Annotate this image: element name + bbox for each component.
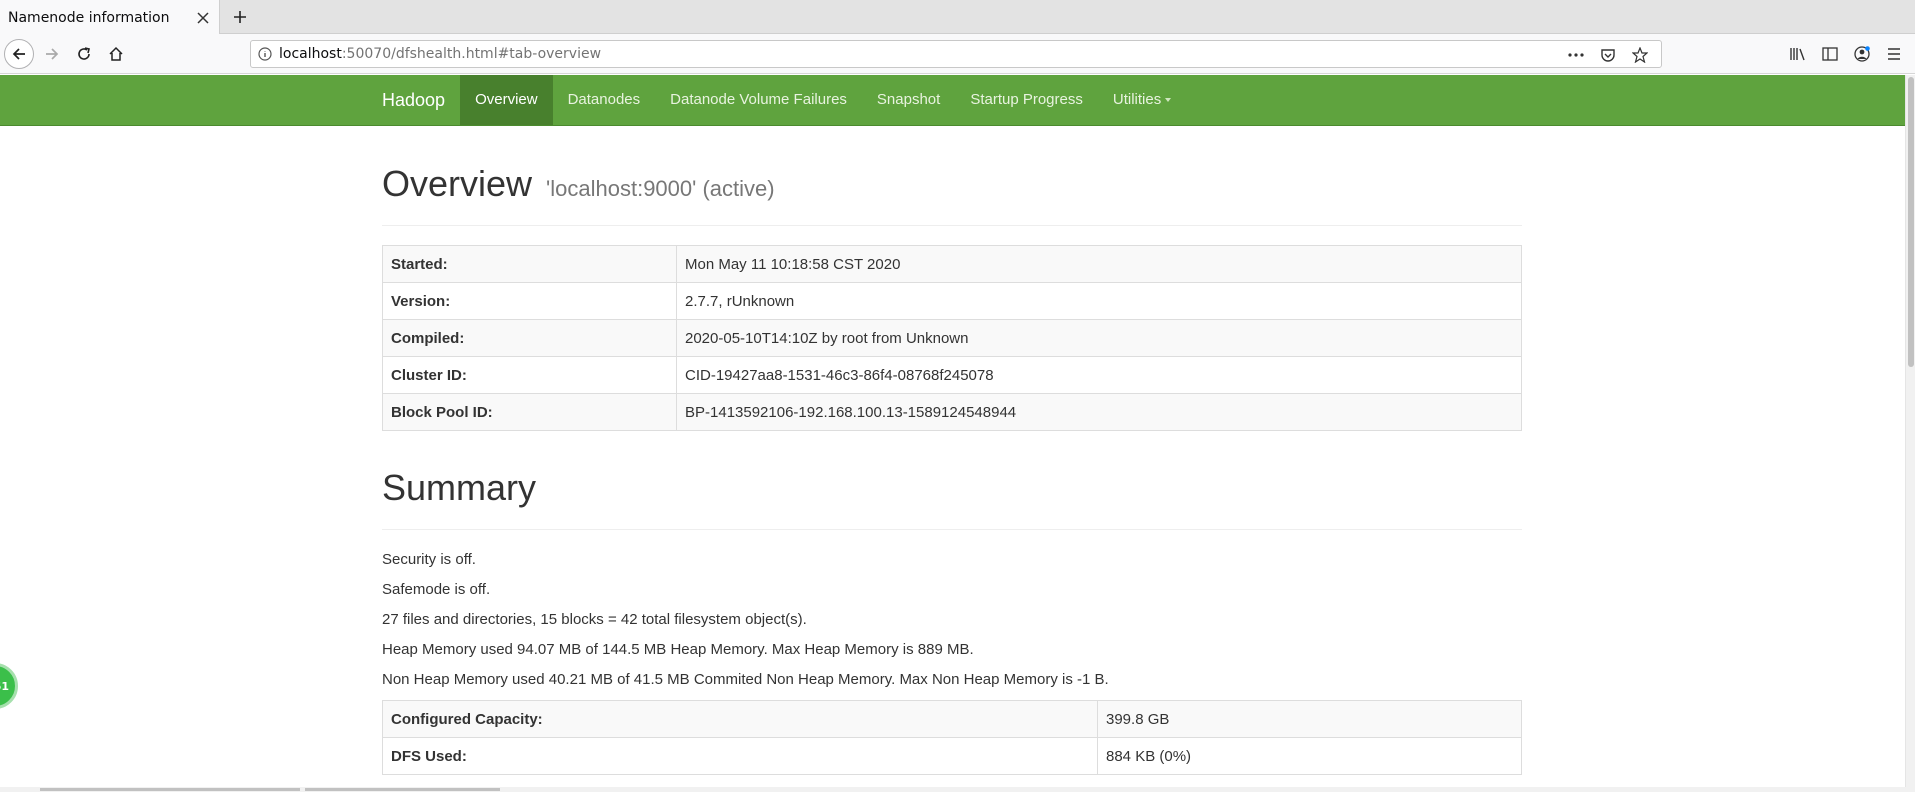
- vertical-scrollbar[interactable]: [1905, 75, 1915, 787]
- plus-icon: [234, 11, 246, 23]
- browser-tab[interactable]: Namenode information: [0, 0, 220, 35]
- hadoop-brand[interactable]: Hadoop: [380, 75, 460, 125]
- page-viewport: Hadoop Overview Datanodes Datanode Volum…: [0, 75, 1905, 787]
- table-key: Version:: [382, 282, 677, 320]
- close-icon[interactable]: [195, 10, 211, 26]
- menu-hamburger-icon[interactable]: [1883, 40, 1905, 68]
- summary-title: Summary: [382, 467, 537, 508]
- table-row: Started: Mon May 11 10:18:58 CST 2020: [382, 245, 1522, 283]
- url-bar[interactable]: localhost:50070/dfshealth.html#tab-overv…: [250, 40, 1662, 68]
- nav-utilities[interactable]: Utilities: [1098, 75, 1186, 125]
- table-key: Compiled:: [382, 319, 677, 357]
- table-row: Cluster ID: CID-19427aa8-1531-46c3-86f4-0…: [382, 356, 1522, 394]
- table-key: Cluster ID:: [382, 356, 677, 394]
- caret-down-icon: [1165, 98, 1172, 103]
- summary-header: Summary: [382, 467, 1522, 530]
- summary-line: Heap Memory used 94.07 MB of 144.5 MB He…: [382, 641, 974, 658]
- table-key: Started:: [382, 245, 677, 283]
- scrollbar-thumb[interactable]: [305, 788, 500, 791]
- overview-table: Started: Mon May 11 10:18:58 CST 2020 Ver…: [382, 245, 1522, 431]
- table-value: 884 KB (0%): [1097, 737, 1522, 775]
- nav-datanodes[interactable]: Datanodes: [553, 75, 656, 125]
- overview-header: Overview 'localhost:9000' (active): [382, 163, 1522, 226]
- home-button[interactable]: [102, 40, 130, 68]
- table-row: Version: 2.7.7, rUnknown: [382, 282, 1522, 320]
- table-value: Mon May 11 10:18:58 CST 2020: [676, 245, 1522, 283]
- arrow-left-icon: [12, 48, 25, 60]
- new-tab-button[interactable]: [228, 5, 252, 29]
- table-row: Compiled: 2020-05-10T14:10Z by root from …: [382, 319, 1522, 357]
- nav-utilities-label: Utilities: [1112, 91, 1162, 108]
- forward-button[interactable]: [38, 40, 66, 68]
- table-row: Block Pool ID: BP-1413592106-192.168.100.…: [382, 393, 1522, 431]
- account-icon[interactable]: [1851, 40, 1873, 68]
- table-value: 399.8 GB: [1097, 700, 1522, 738]
- reload-button[interactable]: [70, 40, 98, 68]
- library-icon[interactable]: [1787, 40, 1809, 68]
- nav-startup-progress[interactable]: Startup Progress: [955, 75, 1098, 125]
- main-container: Overview 'localhost:9000' (active) Start…: [382, 126, 1522, 775]
- table-row: Configured Capacity: 399.8 GB: [382, 700, 1522, 738]
- summary-line: 27 files and directories, 15 blocks = 42…: [382, 611, 807, 628]
- table-key: Block Pool ID:: [382, 393, 677, 431]
- browser-tab-bar: Namenode information: [0, 0, 1915, 35]
- scrollbar-thumb[interactable]: [40, 788, 300, 791]
- nav-snapshot[interactable]: Snapshot: [862, 75, 955, 125]
- page-actions-icon[interactable]: [1565, 45, 1587, 65]
- scrollbar-thumb[interactable]: [1908, 77, 1914, 367]
- summary-line: Safemode is off.: [382, 581, 491, 598]
- bookmark-star-icon[interactable]: [1629, 45, 1651, 65]
- browser-toolbar: localhost:50070/dfshealth.html#tab-overv…: [0, 34, 1915, 74]
- summary-line: Security is off.: [382, 551, 476, 568]
- hadoop-navbar: Hadoop Overview Datanodes Datanode Volum…: [0, 75, 1905, 126]
- home-icon: [109, 46, 123, 61]
- url-host: localhost: [279, 46, 342, 62]
- overview-title: Overview 'localhost:9000' (active): [382, 163, 1522, 205]
- tab-title: Namenode information: [8, 9, 170, 26]
- floating-counter-badge[interactable]: 51: [0, 663, 18, 709]
- sidebar-icon[interactable]: [1819, 40, 1841, 68]
- table-key: Configured Capacity:: [382, 700, 1098, 738]
- table-value: 2.7.7, rUnknown: [676, 282, 1522, 320]
- summary-lines: Security is off. Safemode is off. 27 fil…: [382, 550, 1522, 700]
- capacity-table: Configured Capacity: 399.8 GB DFS Used: 88…: [382, 700, 1522, 775]
- arrow-right-icon: [46, 48, 59, 60]
- overview-subtitle: 'localhost:9000' (active): [546, 176, 775, 201]
- nav-datanode-volume-failures[interactable]: Datanode Volume Failures: [655, 75, 862, 125]
- table-value: CID-19427aa8-1531-46c3-86f4-08768f245078: [676, 356, 1522, 394]
- overview-title-text: Overview: [382, 163, 533, 204]
- summary-line: Non Heap Memory used 40.21 MB of 41.5 MB…: [382, 671, 1109, 688]
- table-value: BP-1413592106-192.168.100.13-15891245489…: [676, 393, 1522, 431]
- nav-overview[interactable]: Overview: [460, 75, 553, 125]
- table-row: DFS Used: 884 KB (0%): [382, 737, 1522, 775]
- horizontal-scrollbar[interactable]: [0, 787, 1915, 792]
- table-value: 2020-05-10T14:10Z by root from Unknown: [676, 319, 1522, 357]
- pocket-icon[interactable]: [1597, 45, 1619, 65]
- table-key: DFS Used:: [382, 737, 1098, 775]
- back-button[interactable]: [4, 39, 34, 69]
- url-path: :50070/dfshealth.html#tab-overview: [341, 46, 602, 62]
- info-icon[interactable]: [251, 47, 279, 61]
- reload-icon: [78, 47, 90, 60]
